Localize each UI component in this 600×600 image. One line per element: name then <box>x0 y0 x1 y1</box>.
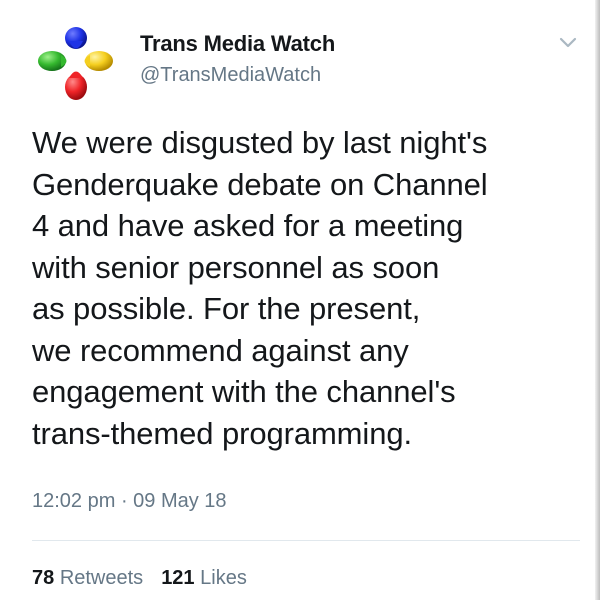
retweets-stat[interactable]: 78 Retweets <box>32 565 143 591</box>
logo-green-stem <box>61 55 67 67</box>
tweet-text: We were disgusted by last night's Gender… <box>32 125 488 451</box>
display-name[interactable]: Trans Media Watch <box>140 30 500 58</box>
tweet-stats: 78 Retweets 121 Likes <box>32 565 247 591</box>
likes-label: Likes <box>200 567 247 589</box>
user-handle[interactable]: @TransMediaWatch <box>140 62 500 88</box>
four-color-pin-logo-icon <box>38 27 113 100</box>
chevron-down-icon[interactable] <box>556 30 580 54</box>
likes-count: 121 <box>161 567 195 589</box>
likes-stat[interactable]: 121 Likes <box>161 565 247 591</box>
stats-divider <box>32 540 580 541</box>
logo-red-stem <box>69 71 83 78</box>
logo-center <box>71 56 81 66</box>
tweet-header: Trans Media Watch @TransMediaWatch <box>32 18 580 100</box>
tweet-card: Trans Media Watch @TransMediaWatch We we… <box>0 0 600 600</box>
logo-yellow-stem <box>84 55 90 67</box>
retweets-count: 78 <box>32 567 55 589</box>
retweets-label: Retweets <box>59 567 144 589</box>
tweet-timestamp[interactable]: 12:02 pm · 09 May 18 <box>32 488 227 514</box>
avatar[interactable] <box>32 18 124 102</box>
author-info: Trans Media Watch @TransMediaWatch <box>140 30 500 88</box>
screen-edge <box>595 0 600 600</box>
